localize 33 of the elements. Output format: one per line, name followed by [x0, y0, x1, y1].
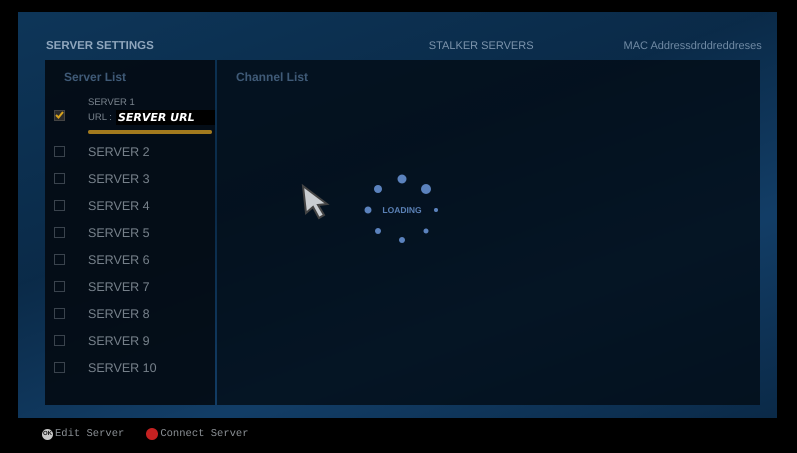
url-value: SERVER URL	[116, 110, 215, 124]
panel-title: Server List	[63, 70, 128, 84]
checkbox[interactable]	[54, 308, 65, 319]
server-name[interactable]: SERVER 4	[88, 198, 150, 212]
server-name[interactable]: SERVER 6	[88, 252, 150, 266]
server-name[interactable]: SERVER 5	[88, 226, 150, 240]
server-name[interactable]: SERVER 3	[88, 172, 150, 186]
checkbox[interactable]	[54, 110, 65, 120]
checkbox[interactable]	[54, 146, 65, 157]
screen-title: SERVER SETTINGS	[46, 40, 154, 52]
server-name[interactable]: SERVER 1	[88, 96, 215, 108]
pointer-icon	[300, 184, 330, 220]
checkbox[interactable]	[54, 281, 65, 292]
checkbox[interactable]	[54, 335, 65, 346]
server-name[interactable]: SERVER 10	[88, 360, 157, 374]
connect-key-icon	[146, 428, 158, 440]
server-name[interactable]: SERVER 2	[88, 144, 150, 158]
section-label: STALKER SERVERS	[428, 40, 534, 52]
panel-title: Channel List	[235, 69, 310, 84]
checkbox[interactable]	[54, 227, 65, 238]
key-hint: Edit Server	[55, 428, 124, 440]
key-hint: Connect Server	[160, 428, 249, 440]
loading-text: LOADING	[382, 205, 422, 215]
server-name[interactable]: SERVER 9	[88, 334, 150, 348]
url-label: URL :	[88, 112, 112, 122]
server-name[interactable]: SERVER 7	[88, 280, 150, 294]
check-icon	[55, 111, 64, 119]
checkbox[interactable]	[54, 254, 65, 265]
checkbox[interactable]	[54, 173, 65, 184]
checkbox[interactable]	[54, 362, 65, 373]
checkbox[interactable]	[54, 200, 65, 211]
mac-address: MAC Addressdrddreddreses	[624, 40, 762, 52]
server-name[interactable]: SERVER 8	[88, 306, 150, 320]
